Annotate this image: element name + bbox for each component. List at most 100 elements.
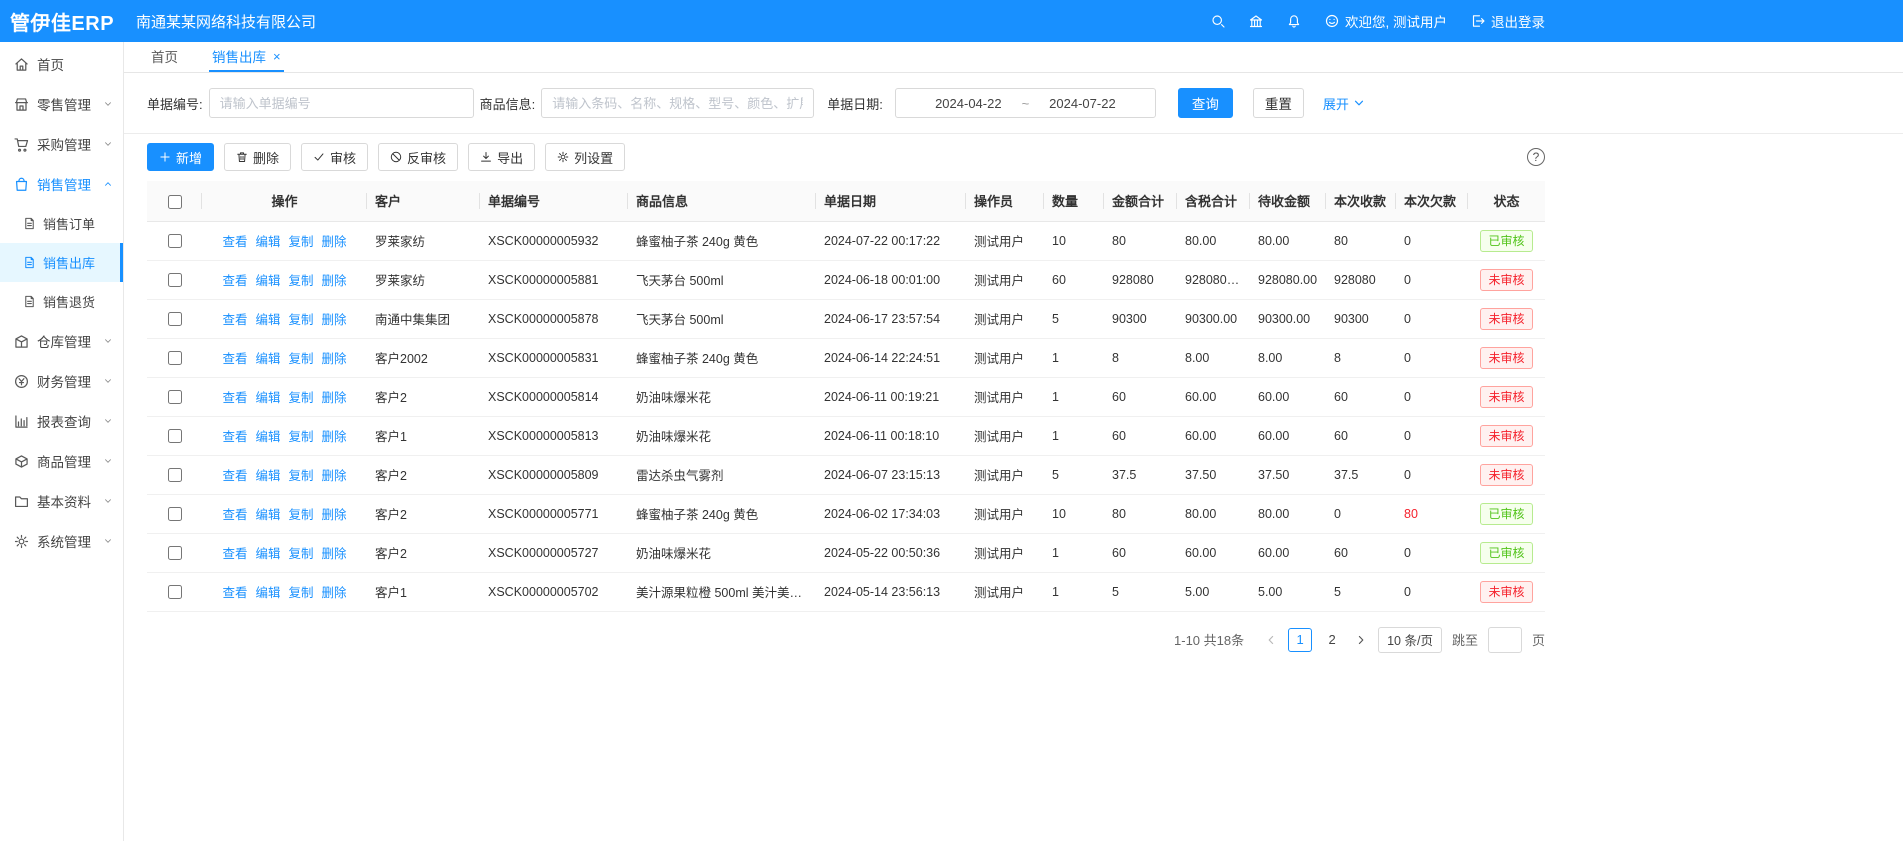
tab-close-icon[interactable]: × — [273, 50, 281, 63]
date-start-value[interactable]: 2024-04-22 — [935, 96, 1002, 111]
edit-link[interactable]: 编辑 — [255, 469, 280, 483]
row-checkbox[interactable] — [168, 429, 182, 443]
delete-link[interactable]: 删除 — [322, 352, 347, 366]
sidebar-item-system[interactable]: 系统管理 — [0, 521, 123, 561]
copy-link[interactable]: 复制 — [289, 586, 314, 600]
row-select-cell — [147, 299, 202, 338]
row-checkbox[interactable] — [168, 468, 182, 482]
sidebar-item-report[interactable]: 报表查询 — [0, 401, 123, 441]
sidebar-item-sales-outbound[interactable]: 销售出库 — [0, 243, 123, 282]
column-settings-button[interactable]: 列设置 — [545, 143, 625, 171]
delete-link[interactable]: 删除 — [322, 430, 347, 444]
row-checkbox[interactable] — [168, 312, 182, 326]
row-checkbox[interactable] — [168, 390, 182, 404]
select-all-checkbox[interactable] — [168, 195, 182, 209]
edit-link[interactable]: 编辑 — [255, 508, 280, 522]
row-checkbox[interactable] — [168, 234, 182, 248]
view-link[interactable]: 查看 — [222, 391, 247, 405]
copy-link[interactable]: 复制 — [289, 469, 314, 483]
view-link[interactable]: 查看 — [222, 274, 247, 288]
copy-link[interactable]: 复制 — [289, 391, 314, 405]
sidebar-item-basic[interactable]: 基本资料 — [0, 481, 123, 521]
row-checkbox[interactable] — [168, 585, 182, 599]
receivable-cell: 37.50 — [1250, 455, 1326, 494]
sidebar-item-home[interactable]: 首页 — [0, 44, 123, 84]
copy-link[interactable]: 复制 — [289, 274, 314, 288]
bill-date-cell: 2024-07-22 00:17:22 — [816, 221, 966, 260]
copy-link[interactable]: 复制 — [289, 352, 314, 366]
copy-link[interactable]: 复制 — [289, 235, 314, 249]
page-size-select[interactable]: 10 条/页 — [1378, 627, 1442, 653]
view-link[interactable]: 查看 — [222, 508, 247, 522]
sidebar-item-product[interactable]: 商品管理 — [0, 441, 123, 481]
view-link[interactable]: 查看 — [222, 430, 247, 444]
delete-button[interactable]: 删除 — [224, 143, 291, 171]
edit-link[interactable]: 编辑 — [255, 352, 280, 366]
reset-button[interactable]: 重置 — [1253, 88, 1304, 118]
view-link[interactable]: 查看 — [222, 235, 247, 249]
delete-link[interactable]: 删除 — [322, 547, 347, 561]
sidebar-item-retail[interactable]: 零售管理 — [0, 84, 123, 124]
help-icon[interactable]: ? — [1527, 148, 1545, 166]
logout-button[interactable]: 退出登录 — [1471, 11, 1545, 31]
sidebar-item-sales-return[interactable]: 销售退货 — [0, 282, 123, 321]
edit-link[interactable]: 编辑 — [255, 274, 280, 288]
edit-link[interactable]: 编辑 — [255, 547, 280, 561]
page-button-2[interactable]: 2 — [1320, 628, 1344, 652]
jump-page-input[interactable] — [1488, 627, 1522, 653]
search-icon[interactable] — [1211, 14, 1225, 28]
tab-sales-outbound[interactable]: 销售出库× — [209, 42, 284, 72]
status-badge: 未审核 — [1480, 425, 1532, 447]
delete-link[interactable]: 删除 — [322, 313, 347, 327]
bell-icon[interactable] — [1287, 14, 1301, 28]
search-button[interactable]: 查询 — [1178, 88, 1233, 118]
view-link[interactable]: 查看 — [222, 352, 247, 366]
next-page-icon[interactable] — [1354, 633, 1368, 647]
copy-link[interactable]: 复制 — [289, 547, 314, 561]
bill-no-input[interactable] — [209, 88, 474, 118]
tab-home[interactable]: 首页 — [148, 42, 181, 72]
edit-link[interactable]: 编辑 — [255, 235, 280, 249]
delete-link[interactable]: 删除 — [322, 235, 347, 249]
date-end-value[interactable]: 2024-07-22 — [1049, 96, 1116, 111]
view-link[interactable]: 查看 — [222, 547, 247, 561]
sidebar-item-sales[interactable]: 销售管理 — [0, 164, 123, 204]
bill-no-cell: XSCK00000005878 — [480, 299, 628, 338]
page-button-1[interactable]: 1 — [1288, 628, 1312, 652]
sidebar-item-label: 财务管理 — [37, 371, 91, 391]
copy-link[interactable]: 复制 — [289, 313, 314, 327]
expand-toggle[interactable]: 展开 — [1323, 94, 1366, 113]
delete-link[interactable]: 删除 — [322, 391, 347, 405]
unaudit-button[interactable]: 反审核 — [378, 143, 458, 171]
edit-link[interactable]: 编辑 — [255, 313, 280, 327]
product-info-input[interactable] — [541, 88, 814, 118]
row-checkbox[interactable] — [168, 546, 182, 560]
welcome-user[interactable]: 欢迎您, 测试用户 — [1325, 11, 1447, 31]
date-range-picker[interactable]: 2024-04-22 ~ 2024-07-22 — [895, 88, 1156, 118]
sidebar-item-finance[interactable]: 财务管理 — [0, 361, 123, 401]
delete-link[interactable]: 删除 — [322, 586, 347, 600]
delete-link[interactable]: 删除 — [322, 469, 347, 483]
pagination-total: 1-10 共18条 — [1174, 630, 1244, 649]
view-link[interactable]: 查看 — [222, 313, 247, 327]
row-checkbox[interactable] — [168, 507, 182, 521]
row-checkbox[interactable] — [168, 273, 182, 287]
delete-link[interactable]: 删除 — [322, 274, 347, 288]
sidebar-item-sales-order[interactable]: 销售订单 — [0, 204, 123, 243]
edit-link[interactable]: 编辑 — [255, 586, 280, 600]
audit-button[interactable]: 审核 — [301, 143, 368, 171]
edit-link[interactable]: 编辑 — [255, 391, 280, 405]
copy-link[interactable]: 复制 — [289, 430, 314, 444]
sidebar-item-warehouse[interactable]: 仓库管理 — [0, 321, 123, 361]
sidebar-item-purchase[interactable]: 采购管理 — [0, 124, 123, 164]
edit-link[interactable]: 编辑 — [255, 430, 280, 444]
prev-page-icon[interactable] — [1264, 633, 1278, 647]
copy-link[interactable]: 复制 — [289, 508, 314, 522]
home-nav-icon[interactable] — [1249, 14, 1263, 28]
add-button[interactable]: 新增 — [147, 143, 214, 171]
export-button[interactable]: 导出 — [468, 143, 535, 171]
delete-link[interactable]: 删除 — [322, 508, 347, 522]
row-checkbox[interactable] — [168, 351, 182, 365]
view-link[interactable]: 查看 — [222, 469, 247, 483]
view-link[interactable]: 查看 — [222, 586, 247, 600]
